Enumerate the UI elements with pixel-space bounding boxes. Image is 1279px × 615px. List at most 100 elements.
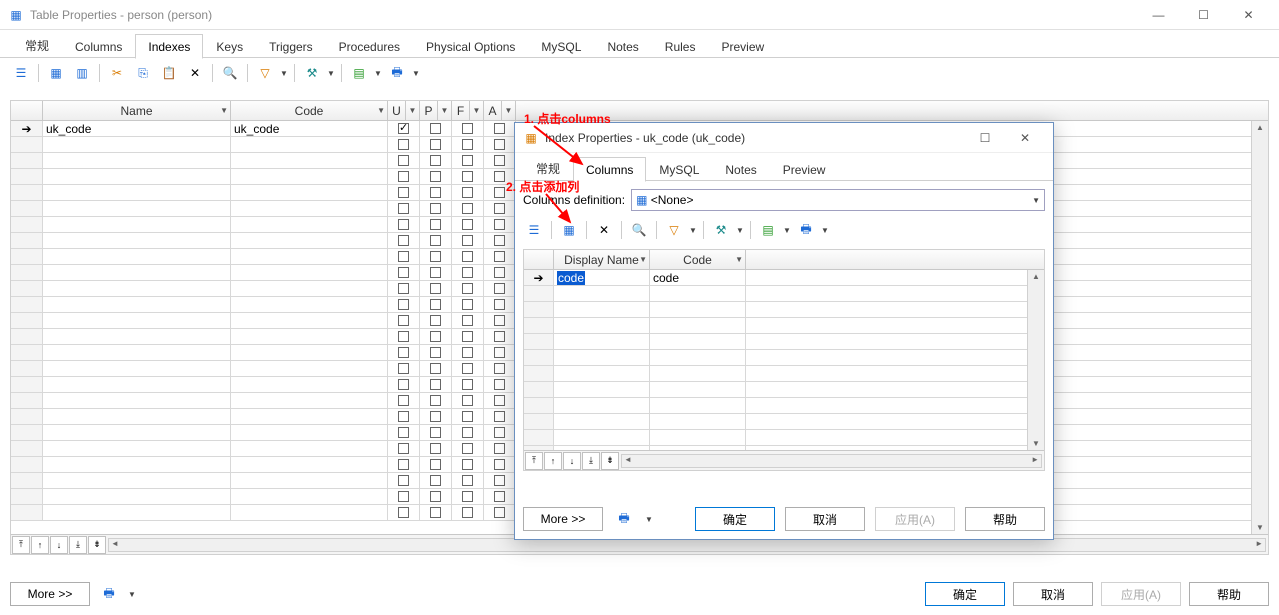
tab-procedures[interactable]: Procedures xyxy=(326,34,413,58)
dlg-col-code[interactable]: Code▼ xyxy=(650,250,746,269)
dlg-table-row-empty[interactable] xyxy=(524,366,1044,382)
col-code[interactable]: Code▼ xyxy=(231,101,388,120)
tab-keys[interactable]: Keys xyxy=(203,34,256,58)
dlg-table-row-empty[interactable] xyxy=(524,430,1044,446)
cut-icon[interactable]: ✂ xyxy=(106,62,128,84)
dlg-print-icon[interactable]: 🖶 xyxy=(795,219,817,241)
dlg-filter-icon[interactable]: ▽ xyxy=(663,219,685,241)
dlg-last-row-icon[interactable]: ⤓ xyxy=(582,452,600,470)
col-name[interactable]: Name▼ xyxy=(43,101,231,120)
tab-columns[interactable]: Columns xyxy=(62,34,135,58)
prev-row-icon[interactable]: ↑ xyxy=(31,536,49,554)
dlg-cell-dn[interactable]: code xyxy=(554,270,650,285)
insert-row-icon[interactable]: ▦ xyxy=(45,62,67,84)
dlg-add-col-icon[interactable]: ▦ xyxy=(558,219,580,241)
tab-general[interactable]: 常规 xyxy=(12,31,62,58)
dlg-apply-button[interactable]: 应用(A) xyxy=(875,507,955,531)
next-row-icon[interactable]: ↓ xyxy=(50,536,68,554)
col-f-dd[interactable]: ▼ xyxy=(470,101,484,120)
dlg-table-row[interactable]: ➔ code code xyxy=(524,270,1044,286)
col-f[interactable]: F xyxy=(452,101,470,120)
tab-physical-options[interactable]: Physical Options xyxy=(413,34,528,58)
maximize-button[interactable]: ☐ xyxy=(1181,0,1226,30)
tab-notes[interactable]: Notes xyxy=(594,34,651,58)
filter-icon[interactable]: ▽ xyxy=(254,62,276,84)
col-a-dd[interactable]: ▼ xyxy=(502,101,516,120)
cell-a[interactable] xyxy=(484,121,516,136)
dlg-tools-icon[interactable]: ⚒ xyxy=(710,219,732,241)
dlg-cell-code[interactable]: code xyxy=(650,270,746,285)
first-row-icon[interactable]: ⤒ xyxy=(12,536,30,554)
minimize-button[interactable]: — xyxy=(1136,0,1181,30)
dlg-cancel-button[interactable]: 取消 xyxy=(785,507,865,531)
dlg-ok-button[interactable]: 确定 xyxy=(695,507,775,531)
cell-p[interactable] xyxy=(420,121,452,136)
col-a[interactable]: A xyxy=(484,101,502,120)
col-u[interactable]: U xyxy=(388,101,406,120)
dialog-titlebar: ▦ Index Properties - uk_code (uk_code) ☐… xyxy=(515,123,1053,153)
cols-def-combo[interactable]: ▦ <None> ▼ xyxy=(631,189,1045,211)
tab-rules[interactable]: Rules xyxy=(652,34,709,58)
help-button[interactable]: 帮助 xyxy=(1189,582,1269,606)
dlg-tab-general[interactable]: 常规 xyxy=(523,154,573,181)
v-scrollbar[interactable] xyxy=(1251,121,1268,534)
tools-icon[interactable]: ⚒ xyxy=(301,62,323,84)
paste-icon[interactable]: 📋 xyxy=(158,62,180,84)
close-button[interactable]: ✕ xyxy=(1226,0,1271,30)
tab-triggers[interactable]: Triggers xyxy=(256,34,326,58)
cell-f[interactable] xyxy=(452,121,484,136)
find-icon[interactable]: 🔍 xyxy=(219,62,241,84)
dlg-table-row-empty[interactable] xyxy=(524,414,1044,430)
tab-indexes[interactable]: Indexes xyxy=(135,34,203,59)
print-icon[interactable]: 🖶 xyxy=(386,62,408,84)
tab-mysql[interactable]: MySQL xyxy=(528,34,594,58)
dlg-next-row-icon[interactable]: ↓ xyxy=(563,452,581,470)
more-button[interactable]: More >> xyxy=(10,582,90,606)
add-row-icon[interactable]: ▥ xyxy=(71,62,93,84)
cell-u[interactable] xyxy=(388,121,420,136)
dlg-prev-row-icon[interactable]: ↑ xyxy=(544,452,562,470)
delete-icon[interactable]: ✕ xyxy=(184,62,206,84)
ok-button[interactable]: 确定 xyxy=(925,582,1005,606)
dlg-h-scrollbar[interactable] xyxy=(621,454,1042,468)
cell-name[interactable]: uk_code xyxy=(43,121,231,136)
col-u-dd[interactable]: ▼ xyxy=(406,101,420,120)
dlg-more-button[interactable]: More >> xyxy=(523,507,603,531)
copy-icon[interactable]: ⎘ xyxy=(132,62,154,84)
dlg-find-icon[interactable]: 🔍 xyxy=(628,219,650,241)
dlg-tab-columns[interactable]: Columns xyxy=(573,157,646,182)
excel-icon[interactable]: ▤ xyxy=(348,62,370,84)
dlg-help-button[interactable]: 帮助 xyxy=(965,507,1045,531)
properties-icon[interactable]: ☰ xyxy=(10,62,32,84)
dlg-table-row-empty[interactable] xyxy=(524,350,1044,366)
dlg-table-row-empty[interactable] xyxy=(524,334,1044,350)
dlg-tab-notes[interactable]: Notes xyxy=(712,157,769,181)
dlg-tab-preview[interactable]: Preview xyxy=(770,157,839,181)
dlg-table-row-empty[interactable] xyxy=(524,302,1044,318)
dlg-properties-icon[interactable]: ☰ xyxy=(523,219,545,241)
dlg-excel-icon[interactable]: ▤ xyxy=(757,219,779,241)
dlg-table-row-empty[interactable] xyxy=(524,398,1044,414)
dlg-table-row-empty[interactable] xyxy=(524,318,1044,334)
dlg-delete-icon[interactable]: ✕ xyxy=(593,219,615,241)
dialog-maximize-button[interactable]: ☐ xyxy=(965,124,1005,152)
dlg-tab-mysql[interactable]: MySQL xyxy=(646,157,712,181)
dlg-first-row-icon[interactable]: ⤒ xyxy=(525,452,543,470)
dialog-close-button[interactable]: ✕ xyxy=(1005,124,1045,152)
dlg-col-display-name[interactable]: Display Name▼ xyxy=(554,250,650,269)
cell-code[interactable]: uk_code xyxy=(231,121,388,136)
dlg-footer-print-icon[interactable]: 🖶 xyxy=(613,508,635,530)
dlg-table-row-empty[interactable] xyxy=(524,286,1044,302)
tab-preview[interactable]: Preview xyxy=(708,34,777,58)
footer-print-icon[interactable]: 🖶 xyxy=(98,583,120,605)
dlg-v-scrollbar[interactable] xyxy=(1027,270,1044,450)
apply-button[interactable]: 应用(A) xyxy=(1101,582,1181,606)
last-row-icon[interactable]: ⤓ xyxy=(69,536,87,554)
col-p-dd[interactable]: ▼ xyxy=(438,101,452,120)
dlg-table-row-empty[interactable] xyxy=(524,382,1044,398)
dlg-new-row-icon[interactable]: ⇟ xyxy=(601,452,619,470)
new-row-icon[interactable]: ⇟ xyxy=(88,536,106,554)
cancel-button[interactable]: 取消 xyxy=(1013,582,1093,606)
col-p[interactable]: P xyxy=(420,101,438,120)
dlg-table-row-empty[interactable] xyxy=(524,446,1044,450)
